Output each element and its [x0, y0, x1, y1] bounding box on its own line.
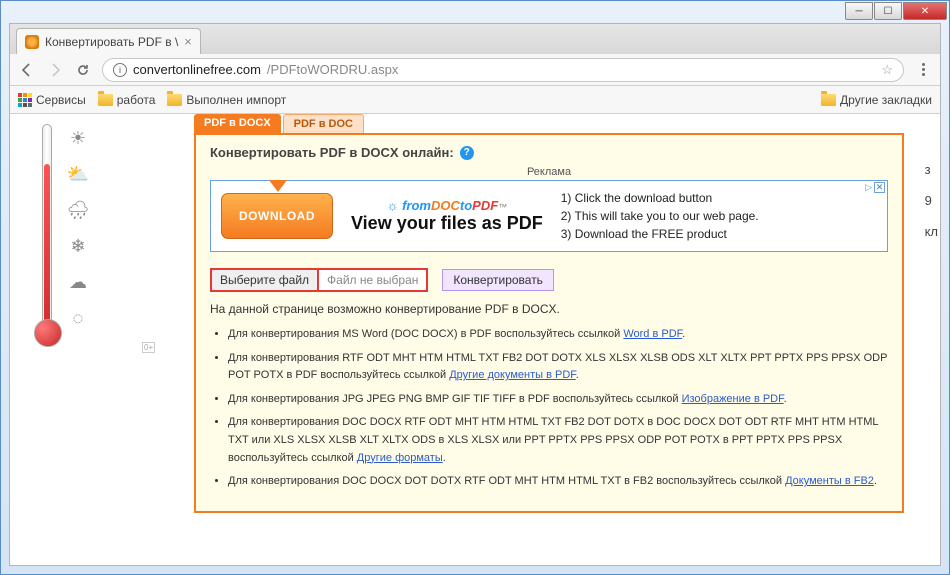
weather-widget: ☀ ⛅ 🌧 ❄ ☁ ◌ 0+ [24, 114, 164, 364]
adchoices-icon[interactable]: ▷ [865, 182, 872, 193]
bookmark-label: Выполнен импорт [186, 93, 286, 107]
browser-window: ─ ☐ ✕ Конвертировать PDF в \ × i convert… [0, 0, 950, 575]
browser-tab[interactable]: Конвертировать PDF в \ × [16, 28, 201, 54]
link-other-pdf[interactable]: Другие документы в PDF [449, 369, 576, 381]
bookmark-folder-1[interactable]: работа [98, 93, 156, 107]
ad-steps: 1) Click the download button2) This will… [561, 189, 759, 243]
list-item: Для конвертирования RTF ODT MHT HTM HTML… [228, 350, 888, 385]
tab-pdf-docx[interactable]: PDF в DOCX [194, 114, 281, 133]
snow-icon: ❄ [66, 234, 90, 258]
minimize-button[interactable]: ─ [845, 2, 873, 20]
main-panel-wrap: PDF в DOCX PDF в DOC Конвертировать PDF … [194, 114, 904, 513]
folder-icon [821, 94, 836, 106]
dots-icon: ◌ [66, 306, 90, 330]
format-tabs: PDF в DOCX PDF в DOC [194, 114, 904, 133]
apps-label: Сервисы [36, 93, 86, 107]
age-badge: 0+ [142, 342, 155, 353]
info-list: Для конвертирования MS Word (DOC DOCX) в… [210, 326, 888, 491]
folder-icon [167, 94, 182, 106]
browser-inner: Конвертировать PDF в \ × i convertonline… [9, 23, 941, 566]
other-bookmarks[interactable]: Другие закладки [821, 93, 932, 107]
description-text: На данной странице возможно конвертирова… [210, 302, 888, 316]
link-word-pdf[interactable]: Word в PDF [623, 328, 682, 340]
maximize-button[interactable]: ☐ [874, 2, 902, 20]
link-image-pdf[interactable]: Изображение в PDF [682, 393, 784, 405]
list-item: Для конвертирования DOC DOCX DOT DOTX RT… [228, 473, 888, 491]
ad-brand: ☼ fromDOCtoPDF™ [351, 198, 543, 213]
back-button[interactable] [18, 61, 36, 79]
convert-button[interactable]: Конвертировать [442, 269, 554, 291]
tab-title: Конвертировать PDF в \ [45, 35, 178, 49]
rain-icon: 🌧 [66, 198, 90, 222]
sun-icon: ☀ [66, 126, 90, 150]
list-item: Для конвертирования DOC DOCX RTF ODT MHT… [228, 414, 888, 467]
thermometer-icon [34, 124, 60, 354]
tab-strip: Конвертировать PDF в \ × [10, 24, 940, 54]
titlebar: ─ ☐ ✕ [1, 1, 949, 23]
ad-label: Реклама [210, 166, 888, 178]
list-item: Для конвертирования JPG JPEG PNG BMP GIF… [228, 391, 888, 409]
file-status-text: Файл не выбран [319, 268, 428, 292]
help-icon[interactable]: ? [460, 146, 474, 160]
url-domain: convertonlinefree.com [133, 62, 261, 77]
bookmark-label: работа [117, 93, 156, 107]
ad-close-icon[interactable]: ✕ [874, 182, 885, 193]
favicon-icon [25, 35, 39, 49]
apps-grid-icon [18, 93, 32, 107]
cloud-icon: ☁ [66, 270, 90, 294]
bookmark-folder-2[interactable]: Выполнен импорт [167, 93, 286, 107]
ad-corner: ▷ ✕ [865, 182, 885, 193]
site-info-icon[interactable]: i [113, 63, 127, 77]
apps-button[interactable]: Сервисы [18, 93, 86, 107]
reload-button[interactable] [74, 61, 92, 79]
panel-heading: Конвертировать PDF в DOCX онлайн: ? [210, 145, 888, 160]
url-path: /PDFtoWORDRU.aspx [267, 62, 398, 77]
advertisement[interactable]: ▷ ✕ DOWNLOAD ☼ fromDOCtoPDF™ View your f… [210, 180, 888, 252]
bookmark-label: Другие закладки [840, 93, 932, 107]
choose-file-button[interactable]: Выберите файл [210, 268, 319, 292]
ad-slogan: View your files as PDF [351, 213, 543, 234]
link-docs-fb2[interactable]: Документы в FB2 [785, 475, 874, 487]
convert-panel: Конвертировать PDF в DOCX онлайн: ? Рекл… [194, 133, 904, 513]
arrow-down-icon [269, 180, 287, 192]
ad-center: ☼ fromDOCtoPDF™ View your files as PDF [351, 198, 543, 234]
ad-download-button[interactable]: DOWNLOAD [221, 193, 333, 239]
partly-cloudy-icon: ⛅ [66, 162, 90, 186]
side-cut-text: з9кл [925, 154, 938, 248]
link-other-formats[interactable]: Другие форматы [357, 452, 443, 464]
bookmark-star-icon[interactable]: ☆ [881, 62, 893, 78]
address-bar: i convertonlinefree.com/PDFtoWORDRU.aspx… [10, 54, 940, 86]
tab-close-icon[interactable]: × [184, 34, 192, 49]
bookmarks-bar: Сервисы работа Выполнен импорт Другие за… [10, 86, 940, 114]
page-content: ☀ ⛅ 🌧 ❄ ☁ ◌ 0+ з9кл PDF в DOCX PDF [10, 114, 940, 565]
folder-icon [98, 94, 113, 106]
close-button[interactable]: ✕ [903, 2, 947, 20]
list-item: Для конвертирования MS Word (DOC DOCX) в… [228, 326, 888, 344]
url-field[interactable]: i convertonlinefree.com/PDFtoWORDRU.aspx… [102, 58, 904, 82]
tab-pdf-doc[interactable]: PDF в DOC [283, 114, 364, 133]
file-controls: Выберите файл Файл не выбран Конвертиров… [210, 268, 888, 292]
menu-button[interactable] [914, 61, 932, 79]
forward-button[interactable] [46, 61, 64, 79]
